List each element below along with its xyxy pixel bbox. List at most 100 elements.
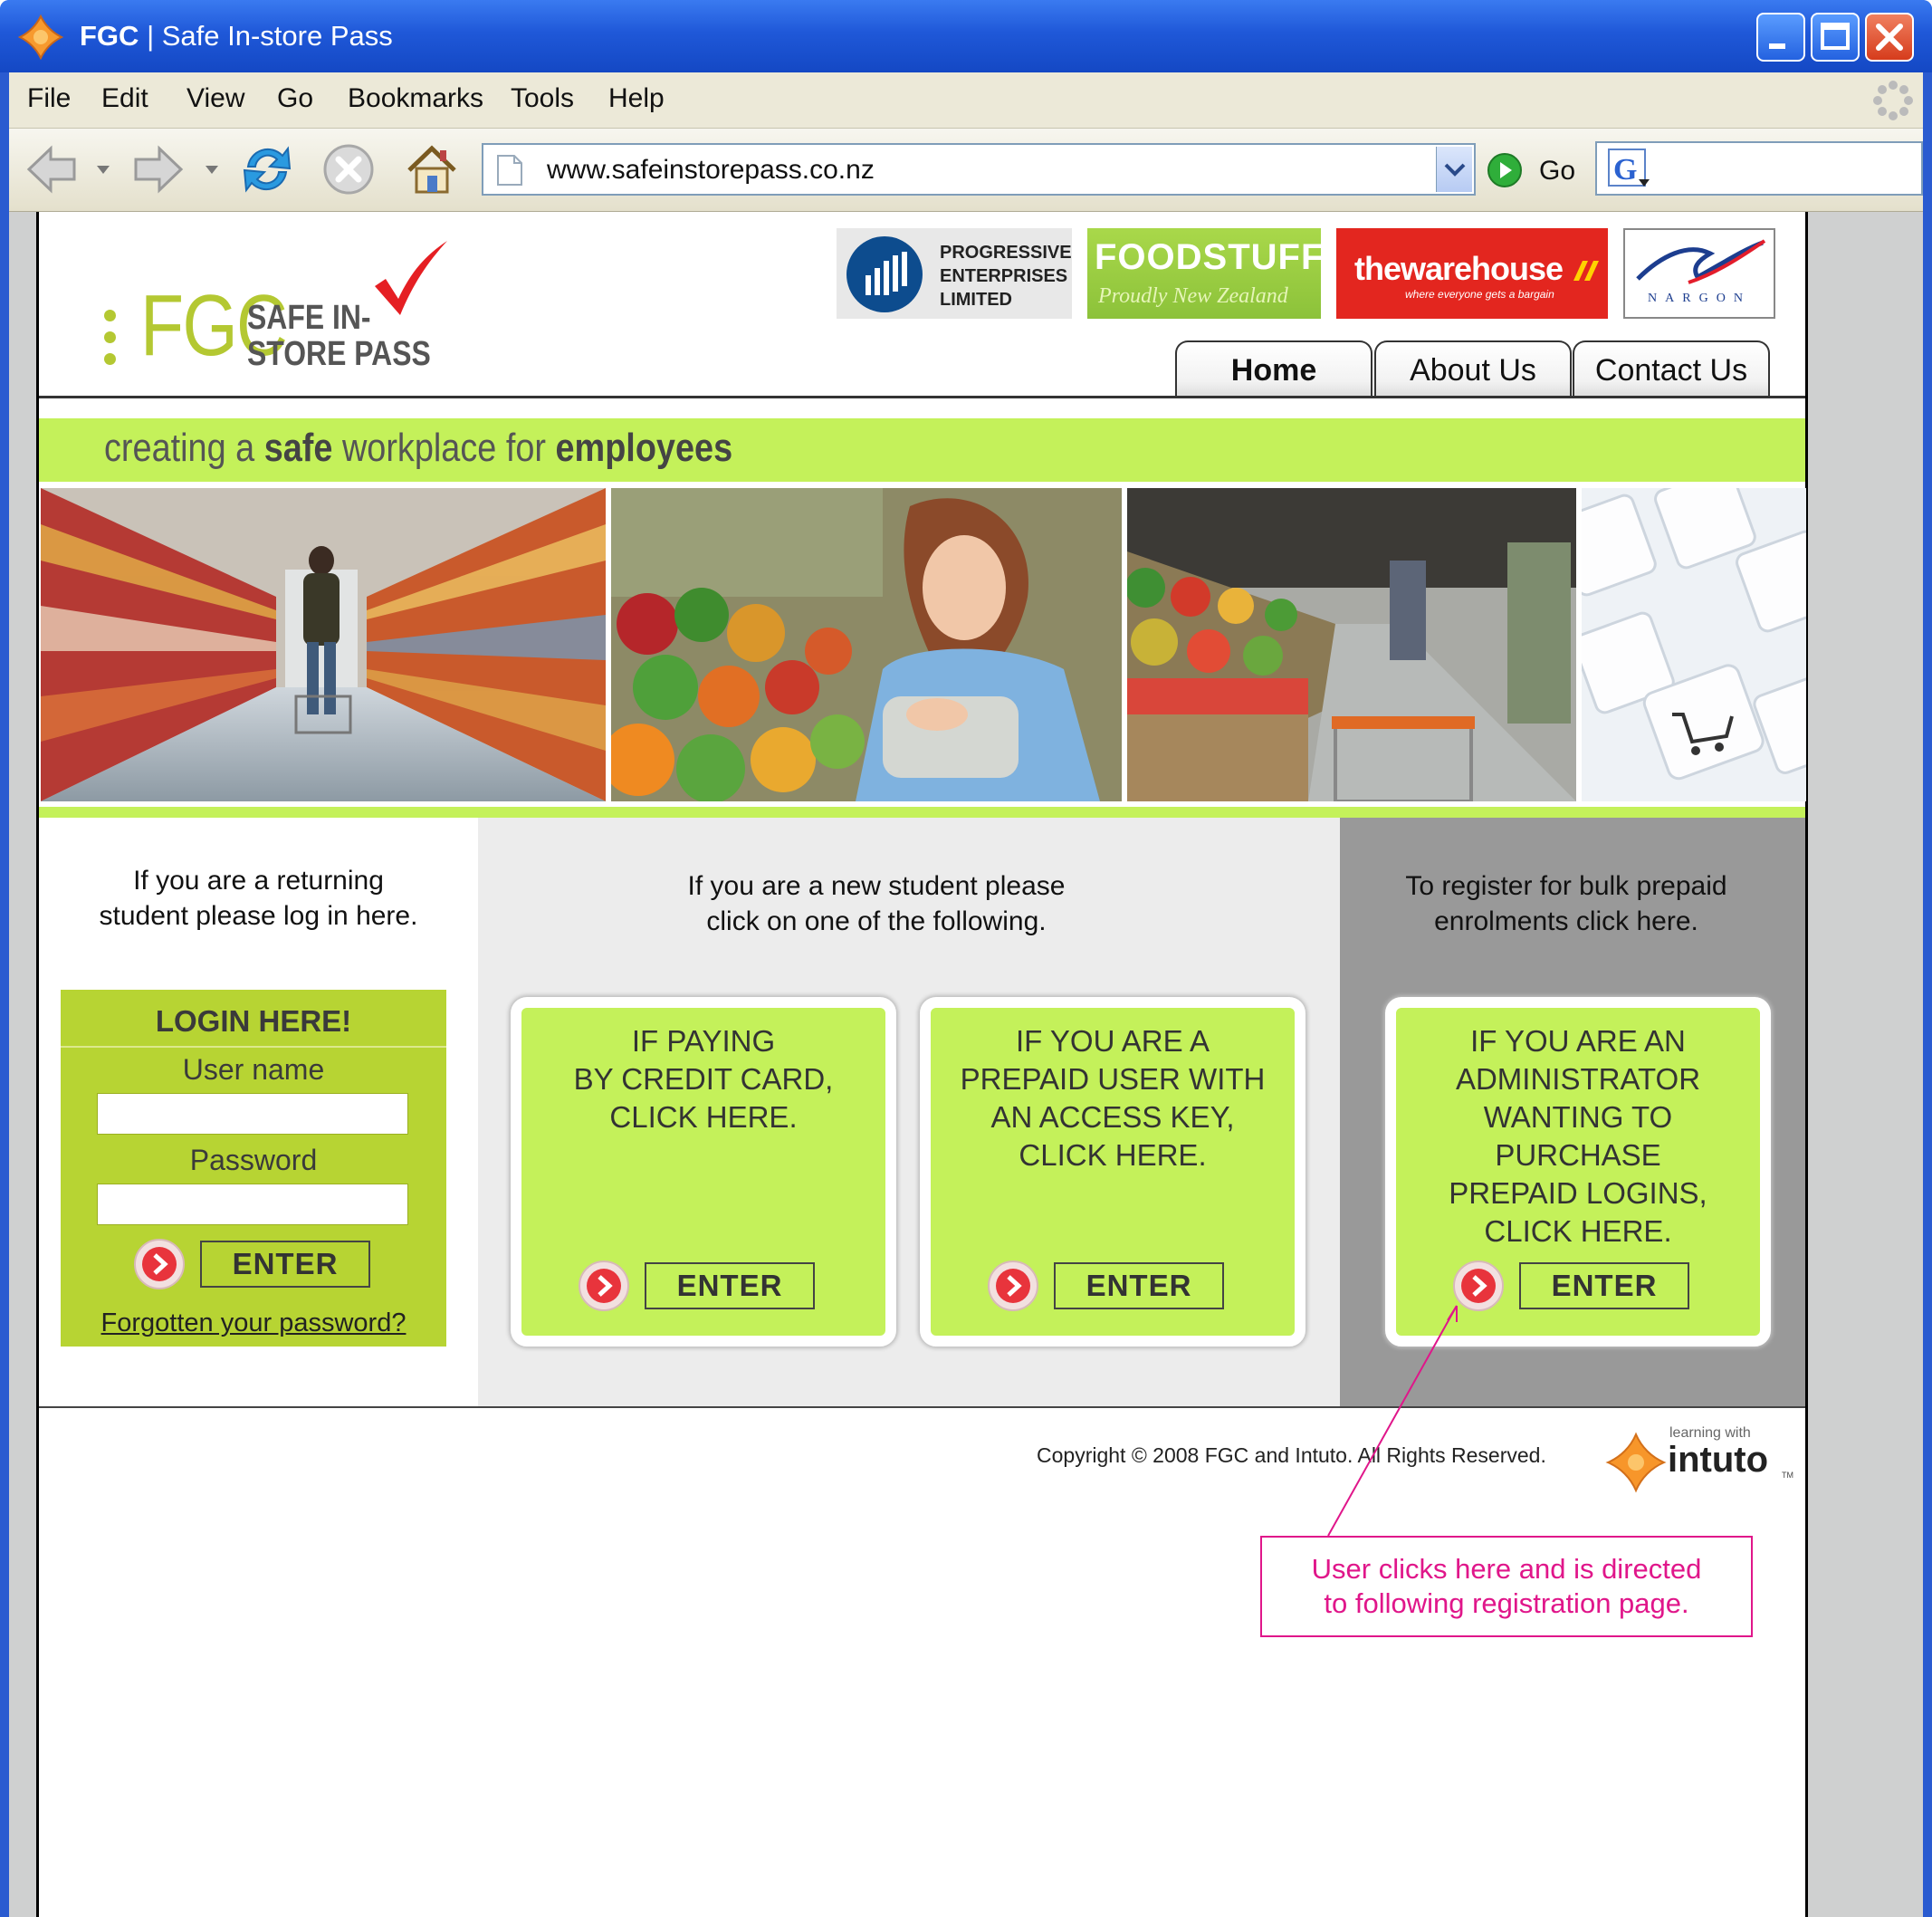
intuto-app-icon [17, 14, 64, 61]
warehouse-name: thewarehouse [1354, 250, 1564, 287]
forward-arrow-icon[interactable] [129, 139, 188, 199]
window-title: FGC | Safe In-store Pass [80, 20, 393, 52]
progressive-line-2: ENTERPRISES [940, 266, 1068, 286]
copyright-text: Copyright © 2008 FGC and Intuto. All Rig… [1037, 1443, 1546, 1467]
forgot-password-link[interactable]: Forgotten your password? [61, 1308, 446, 1338]
tagline-band: creating a safe workplace for employees [39, 418, 1805, 482]
bulk-prepaid-section: To register for bulk prepaid enrolments … [1340, 818, 1805, 1406]
page-icon [497, 155, 522, 186]
prepaid-enter-button[interactable]: ENTER [1054, 1262, 1224, 1309]
home-icon[interactable] [402, 139, 462, 199]
arrow-circle-icon[interactable] [578, 1260, 630, 1312]
prepaid-access-key-text: IF YOU ARE A PREPAID USER WITH AN ACCESS… [960, 1024, 1266, 1172]
login-enter-button[interactable]: ENTER [200, 1241, 370, 1288]
back-dropdown-icon[interactable] [96, 163, 110, 176]
menu-edit[interactable]: Edit [101, 83, 148, 114]
browser-viewport: FGC SAFE IN- STORE PASS PROGRESSIVE ENTE… [9, 212, 1923, 1917]
partner-logo-progressive[interactable]: PROGRESSIVE ENTERPRISES LIMITED [837, 228, 1072, 319]
address-text[interactable]: www.safeinstorepass.co.nz [547, 155, 875, 186]
search-input[interactable]: G [1595, 141, 1923, 196]
content-divider [39, 1406, 1805, 1408]
web-page: FGC SAFE IN- STORE PASS PROGRESSIVE ENTE… [36, 212, 1808, 1917]
tab-contact-us[interactable]: Contact Us [1573, 340, 1770, 398]
menu-bar: File Edit View Go Bookmarks Tools Help [9, 72, 1923, 129]
logo-line-2: STORE PASS [247, 335, 431, 373]
credit-card-text: IF PAYING BY CREDIT CARD, CLICK HERE. [573, 1024, 834, 1134]
photo-woman-shopping [611, 488, 1122, 801]
login-box: LOGIN HERE! User name Password ENTER For… [61, 990, 446, 1347]
header-divider [39, 396, 1805, 398]
progressive-line-1: PROGRESSIVE [940, 243, 1072, 263]
go-button[interactable]: Go [1539, 156, 1575, 187]
title-bar: FGC | Safe In-store Pass [0, 0, 1932, 72]
intuto-name: intuto [1668, 1440, 1769, 1480]
progressive-emblem-icon [846, 236, 923, 312]
menu-bookmarks[interactable]: Bookmarks [348, 83, 483, 114]
nargon-swoosh-icon [1636, 239, 1766, 284]
maximize-icon [1821, 23, 1850, 50]
site-logo[interactable]: FGC SAFE IN- STORE PASS [104, 239, 466, 373]
username-label: User name [182, 1053, 325, 1086]
username-field[interactable] [97, 1093, 408, 1135]
arrow-circle-icon[interactable] [1452, 1260, 1505, 1312]
partner-logo-foodstuffs[interactable]: FOODSTUFFS Proudly New Zealand [1087, 228, 1348, 319]
credit-card-option[interactable]: IF PAYING BY CREDIT CARD, CLICK HERE. EN… [511, 997, 896, 1347]
minimize-button[interactable] [1756, 13, 1805, 62]
browser-window: FGC | Safe In-store Pass File Edit View … [0, 0, 1932, 1917]
svg-text:G: G [1613, 153, 1637, 187]
site-tagline: creating a safe workplace for employees [104, 426, 733, 470]
partner-logo-warehouse[interactable]: thewarehouse where everyone gets a barga… [1336, 228, 1608, 319]
intuto-trademark: TM [1782, 1471, 1793, 1480]
back-arrow-icon[interactable] [22, 139, 81, 199]
arrow-circle-icon[interactable] [133, 1238, 186, 1290]
new-student-section: If you are a new student please click on… [478, 818, 1340, 1406]
arrow-circle-icon[interactable] [987, 1260, 1039, 1312]
login-divider [61, 1046, 446, 1048]
returning-student-section: If you are a returning student please lo… [39, 818, 478, 1406]
administrator-option[interactable]: IF YOU ARE AN ADMINISTRATOR WANTING TO P… [1385, 997, 1771, 1347]
stop-icon[interactable] [319, 139, 378, 199]
throbber-icon [1873, 81, 1913, 120]
forward-dropdown-icon[interactable] [205, 163, 219, 176]
intuto-logo[interactable]: learning with intuto TM [1604, 1425, 1799, 1494]
address-bar[interactable]: www.safeinstorepass.co.nz [482, 143, 1476, 196]
foodstuffs-name: FOODSTUFFS [1095, 237, 1350, 277]
password-field[interactable] [97, 1184, 408, 1225]
prepaid-access-key-option[interactable]: IF YOU ARE A PREPAID USER WITH AN ACCESS… [920, 997, 1306, 1347]
nargon-name: NARGON [1648, 292, 1751, 305]
administrator-enter-button[interactable]: ENTER [1519, 1262, 1689, 1309]
reload-icon[interactable] [237, 139, 297, 199]
new-student-intro: If you are a new student please click on… [687, 871, 1066, 936]
photo-bottom-band [39, 807, 1805, 818]
go-arrow-icon[interactable] [1487, 152, 1523, 188]
navigation-toolbar: www.safeinstorepass.co.nz Go G [9, 129, 1923, 212]
progressive-line-3: LIMITED [940, 290, 1012, 310]
photo-keyboard-cart-key [1582, 488, 1806, 801]
menu-view[interactable]: View [187, 83, 244, 114]
close-button[interactable] [1865, 13, 1914, 62]
annotation-text: User clicks here and is directed to foll… [1311, 1553, 1702, 1619]
address-dropdown-button[interactable] [1436, 147, 1472, 192]
menu-tools[interactable]: Tools [511, 83, 574, 114]
menu-help[interactable]: Help [608, 83, 665, 114]
menu-file[interactable]: File [27, 83, 71, 114]
photo-supermarket-aisle [41, 488, 606, 801]
foodstuffs-tagline: Proudly New Zealand [1098, 284, 1288, 308]
annotation-callout: User clicks here and is directed to foll… [1260, 1536, 1753, 1637]
partner-logo-nargon[interactable]: NARGON [1623, 228, 1775, 319]
login-title: LOGIN HERE! [155, 1004, 352, 1038]
logo-line-1: SAFE IN- [247, 299, 371, 337]
administrator-text: IF YOU ARE AN ADMINISTRATOR WANTING TO P… [1449, 1024, 1707, 1248]
maximize-button[interactable] [1811, 13, 1860, 62]
credit-card-enter-button[interactable]: ENTER [645, 1262, 815, 1309]
bulk-intro: To register for bulk prepaid enrolments … [1405, 871, 1727, 936]
tab-about-us[interactable]: About Us [1374, 340, 1572, 398]
checkmark-icon [375, 241, 447, 315]
warehouse-slash-icon [1573, 261, 1599, 281]
tab-home[interactable]: Home [1175, 340, 1372, 398]
chevron-down-icon [1444, 163, 1466, 177]
password-label: Password [189, 1144, 318, 1176]
returning-intro: If you are a returning student please lo… [99, 866, 418, 931]
close-icon [1876, 24, 1903, 51]
menu-go[interactable]: Go [277, 83, 313, 114]
